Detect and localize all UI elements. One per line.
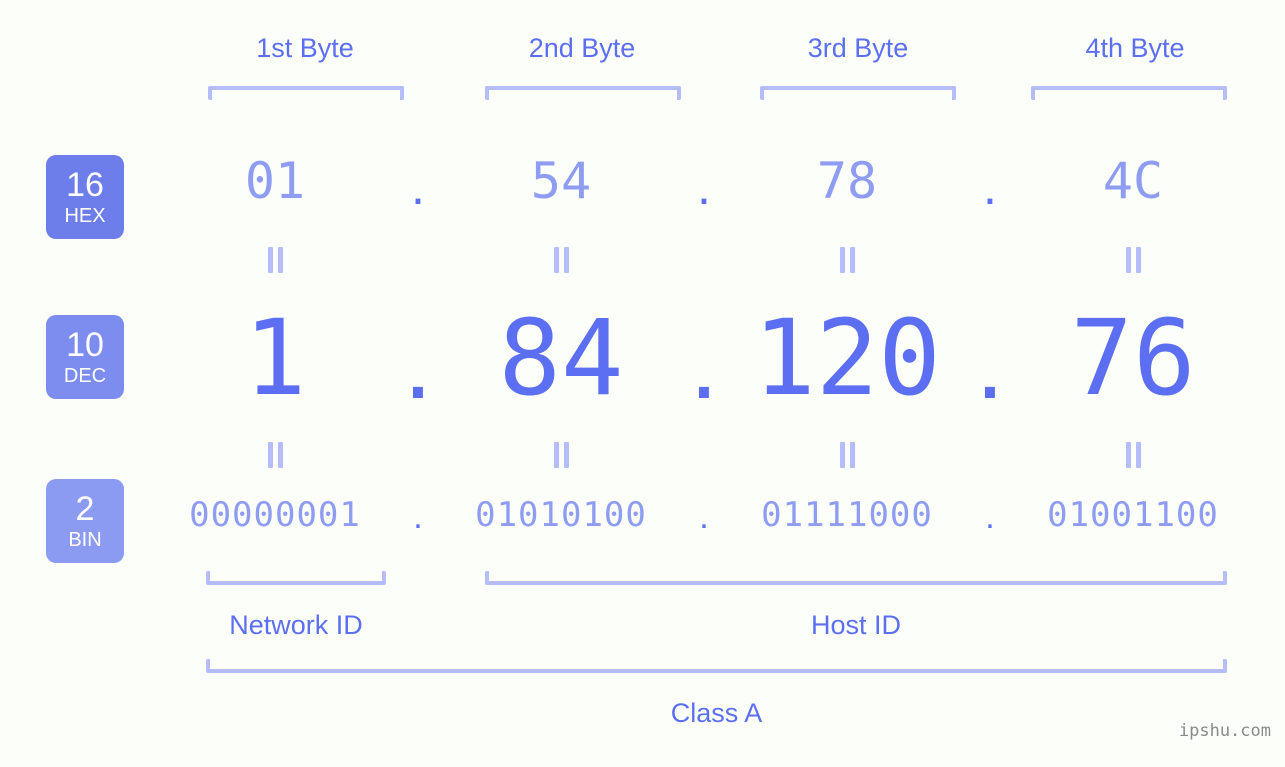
host-id-bracket [485, 571, 1227, 585]
bin-separator-2: . [699, 498, 709, 536]
hex-octet-4: 4C [1102, 152, 1164, 210]
base-badge-dec-number: 10 [66, 326, 104, 364]
base-badge-bin: 2 BIN [46, 479, 124, 563]
bin-separator-3: . [985, 498, 995, 536]
class-bracket [206, 659, 1227, 673]
base-badge-dec: 10 DEC [46, 315, 124, 399]
dec-octet-1: 1 [243, 297, 307, 419]
bin-separator-1: . [413, 498, 423, 536]
base-badge-hex-number: 16 [66, 166, 104, 204]
host-id-label: Host ID [810, 610, 902, 640]
byte-header-1: 1st Byte [256, 33, 354, 63]
hex-octet-1: 01 [244, 152, 306, 210]
base-badge-hex-name: HEX [64, 205, 106, 227]
equals-icon [552, 442, 570, 468]
dec-octet-3: 120 [753, 297, 941, 419]
equals-icon [266, 442, 284, 468]
network-id-bracket [206, 571, 386, 585]
hex-separator-3: . [983, 159, 997, 215]
ip-breakdown-diagram: 1st Byte 2nd Byte 3rd Byte 4th Byte 16 H… [0, 0, 1285, 767]
hex-octet-2: 54 [530, 152, 592, 210]
dec-value-row: 1 . 84 . 120 . 76 [150, 297, 1260, 421]
equals-icon [1124, 247, 1142, 273]
dec-separator-1: . [403, 305, 433, 421]
dec-octet-2: 84 [498, 297, 624, 419]
equals-row-dec-bin [150, 442, 1260, 468]
byte-header-2: 2nd Byte [528, 33, 636, 63]
base-badge-hex: 16 HEX [46, 155, 124, 239]
equals-icon [838, 247, 856, 273]
equals-icon [1124, 442, 1142, 468]
hex-separator-2: . [697, 159, 711, 215]
equals-icon [552, 247, 570, 273]
byte-header-4: 4th Byte [1085, 33, 1185, 63]
base-badge-bin-number: 2 [75, 490, 95, 528]
equals-row-hex-dec [150, 247, 1260, 273]
equals-icon [838, 442, 856, 468]
byte-bracket-4 [1031, 86, 1227, 100]
byte-header-3: 3rd Byte [807, 33, 909, 63]
dec-separator-2: . [689, 305, 719, 421]
byte-bracket-1 [208, 86, 404, 100]
bin-value-row: 00000001 . 01010100 . 01111000 . 0100110… [150, 495, 1260, 545]
hex-separator-1: . [411, 159, 425, 215]
network-id-label: Network ID [229, 610, 363, 640]
equals-icon [266, 247, 284, 273]
bin-octet-3: 01111000 [761, 495, 933, 535]
class-label: Class A [670, 698, 763, 728]
base-badge-dec-name: DEC [63, 365, 107, 387]
dec-octet-4: 76 [1070, 297, 1196, 419]
bin-octet-1: 00000001 [189, 495, 361, 535]
bin-octet-2: 01010100 [475, 495, 647, 535]
base-badge-bin-name: BIN [68, 529, 102, 551]
bin-octet-4: 01001100 [1047, 495, 1219, 535]
hex-value-row: 01 . 54 . 78 . 4C [150, 152, 1260, 224]
hex-octet-3: 78 [816, 152, 878, 210]
dec-separator-3: . [975, 305, 1005, 421]
byte-bracket-2 [485, 86, 681, 100]
watermark: ipshu.com [1178, 721, 1271, 741]
byte-bracket-3 [760, 86, 956, 100]
